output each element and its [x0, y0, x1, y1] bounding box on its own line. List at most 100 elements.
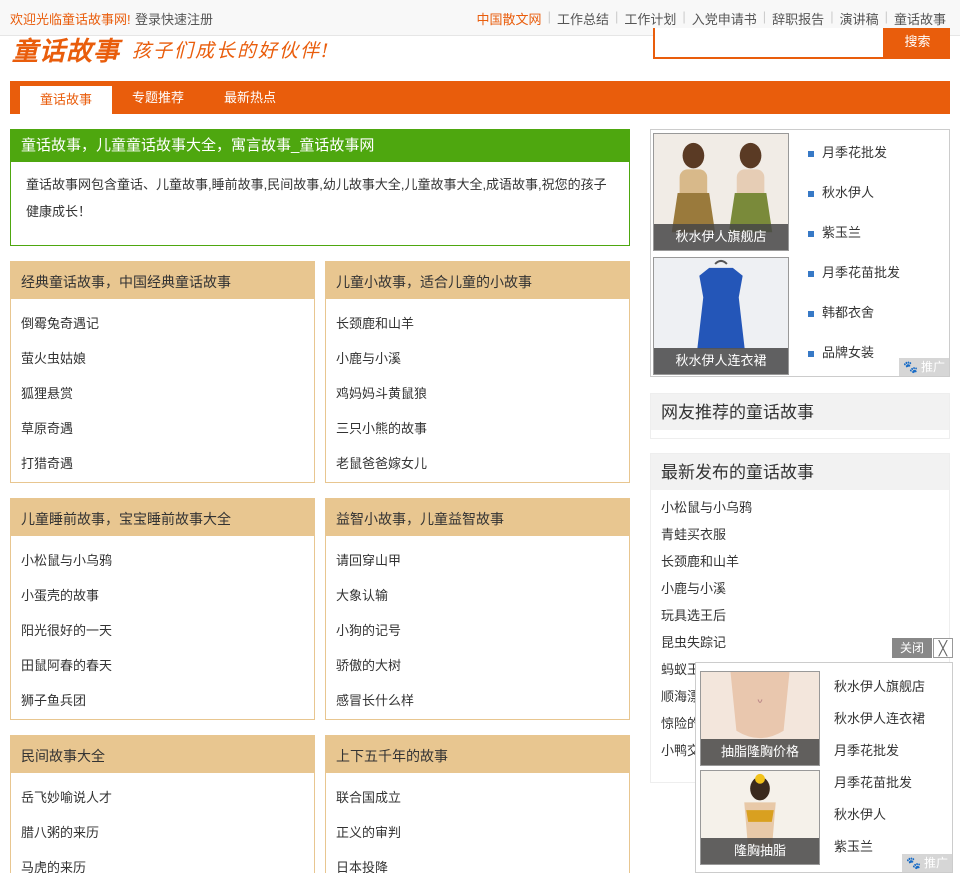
story-link[interactable]: 草原奇遇 [21, 411, 304, 446]
ad-link[interactable]: 秋水伊人连衣裙 [834, 703, 925, 735]
sidebar-ad: 秋水伊人旗舰店 秋水伊人连衣裙 月季花批发 秋水伊人 紫玉兰 月季花苗批发 韩都… [650, 129, 950, 377]
story-link[interactable]: 鸡妈妈斗黄鼠狼 [336, 376, 619, 411]
story-link[interactable]: 腊八粥的来历 [21, 815, 304, 850]
story-link[interactable]: 骄傲的大树 [336, 648, 619, 683]
paw-icon: 🐾 [903, 360, 918, 374]
top-link-cizhi[interactable]: 辞职报告 [772, 9, 824, 28]
latest-story-link[interactable]: 玩具选王后 [661, 602, 939, 629]
story-box: 儿童小故事，适合儿童的小故事 长颈鹿和山羊 小鹿与小溪 鸡妈妈斗黄鼠狼 三只小熊… [325, 261, 630, 483]
bullet-icon [808, 150, 814, 157]
top-link-rudang[interactable]: 入党申请书 [692, 9, 757, 28]
story-box: 儿童睡前故事，宝宝睡前故事大全 小松鼠与小乌鸦 小蛋壳的故事 阳光很好的一天 田… [10, 498, 315, 720]
latest-title: 最新发布的童话故事 [651, 454, 949, 490]
logo-text: 童话故事 [12, 36, 121, 67]
site-logo[interactable]: 童话故事 孩子们成长的好伙伴! [12, 33, 331, 67]
top-link-yanjiang[interactable]: 演讲稿 [840, 9, 879, 28]
story-link[interactable]: 狐狸悬赏 [21, 376, 304, 411]
ad-link[interactable]: 月季花苗批发 [834, 767, 925, 799]
story-box-title[interactable]: 上下五千年的故事 [326, 736, 629, 773]
story-link[interactable]: 阳光很好的一天 [21, 613, 304, 648]
ad-image-caption: 秋水伊人连衣裙 [654, 348, 788, 374]
latest-story-link[interactable]: 长颈鹿和山羊 [661, 548, 939, 575]
ad-image-caption: 隆胸抽脂 [701, 838, 819, 864]
story-box-title[interactable]: 儿童睡前故事，宝宝睡前故事大全 [11, 499, 314, 536]
story-box-title[interactable]: 儿童小故事，适合儿童的小故事 [326, 262, 629, 299]
story-link[interactable]: 马虎的来历 [21, 850, 304, 873]
logo-slogan: 孩子们成长的好伙伴! [132, 39, 331, 62]
ad-link[interactable]: 秋水伊人 [808, 173, 900, 213]
story-box: 经典童话故事，中国经典童话故事 倒霉兔奇遇记 萤火虫姑娘 狐狸悬赏 草原奇遇 打… [10, 261, 315, 483]
recommended-title: 网友推荐的童话故事 [651, 394, 949, 430]
top-link-tonghua[interactable]: 童话故事 [894, 9, 946, 28]
register-link[interactable]: 登录快速注册 [135, 9, 213, 28]
story-link[interactable]: 倒霉兔奇遇记 [21, 306, 304, 341]
latest-story-link[interactable]: 青蛙买衣服 [661, 521, 939, 548]
bullet-icon [808, 230, 814, 237]
ad-link[interactable]: 紫玉兰 [808, 213, 900, 253]
welcome-link[interactable]: 欢迎光临童话故事网! [10, 9, 131, 28]
story-box-title[interactable]: 民间故事大全 [11, 736, 314, 773]
ad-image[interactable]: 秋水伊人旗舰店 [653, 133, 789, 251]
recommended-section: 网友推荐的童话故事 [650, 393, 950, 439]
latest-story-link[interactable]: 小鹿与小溪 [661, 575, 939, 602]
bullet-icon [808, 190, 814, 197]
ad-link[interactable]: 秋水伊人旗舰店 [834, 671, 925, 703]
ad-link[interactable]: 韩都衣舍 [808, 293, 900, 333]
story-link[interactable]: 长颈鹿和山羊 [336, 306, 619, 341]
story-link[interactable]: 岳飞妙喻说人才 [21, 780, 304, 815]
ad-link[interactable]: 月季花批发 [808, 133, 900, 173]
promo-badge[interactable]: 🐾 推广 [899, 358, 949, 376]
story-link[interactable]: 请回穿山甲 [336, 543, 619, 578]
close-button[interactable]: 关闭 [892, 638, 932, 658]
search-input[interactable] [653, 28, 885, 59]
story-link[interactable]: 联合国成立 [336, 780, 619, 815]
story-link[interactable]: 正义的审判 [336, 815, 619, 850]
story-link[interactable]: 日本投降 [336, 850, 619, 873]
ad-image[interactable]: 秋水伊人连衣裙 [653, 257, 789, 375]
intro-box: 童话故事，儿童童话故事大全，寓言故事_童话故事网 童话故事网包含童话、儿童故事,… [10, 129, 630, 246]
story-link[interactable]: 狮子鱼兵团 [21, 683, 304, 718]
ad-image[interactable]: 抽脂隆胸价格 [700, 671, 820, 766]
promo-badge[interactable]: 🐾 推广 [902, 854, 952, 872]
nav-tab-redian[interactable]: 最新热点 [204, 81, 296, 114]
bullet-icon [808, 270, 814, 277]
ad-link-list: 月季花批发 秋水伊人 紫玉兰 月季花苗批发 韩都衣舍 品牌女装 [808, 133, 900, 373]
latest-story-link[interactable]: 小松鼠与小乌鸦 [661, 494, 939, 521]
main-nav: 童话故事 专题推荐 最新热点 [10, 81, 950, 114]
story-link[interactable]: 大象认输 [336, 578, 619, 613]
bullet-icon [808, 350, 814, 357]
nav-tab-zhuanti[interactable]: 专题推荐 [112, 81, 204, 114]
floating-ad: 抽脂隆胸价格 隆胸抽脂 秋水伊人旗舰店 秋水伊人连衣裙 月季花批发 月季花苗批发… [695, 662, 953, 873]
story-link[interactable]: 田鼠阿春的春天 [21, 648, 304, 683]
story-link[interactable]: 萤火虫姑娘 [21, 341, 304, 376]
ad-image[interactable]: 隆胸抽脂 [700, 770, 820, 865]
intro-description: 童话故事网包含童话、儿童故事,睡前故事,民间故事,幼儿故事大全,儿童故事大全,成… [26, 177, 607, 219]
ad-link[interactable]: 秋水伊人 [834, 799, 925, 831]
story-link[interactable]: 小蛋壳的故事 [21, 578, 304, 613]
top-link-zongjie[interactable]: 工作总结 [557, 9, 609, 28]
ad-image-caption: 抽脂隆胸价格 [701, 739, 819, 765]
intro-title: 童话故事，儿童童话故事大全，寓言故事_童话故事网 [11, 130, 629, 162]
search-button[interactable]: 搜索 [885, 28, 950, 59]
story-box: 上下五千年的故事 联合国成立 正义的审判 日本投降 [325, 735, 630, 873]
story-link[interactable]: 感冒长什么样 [336, 683, 619, 718]
ad-link[interactable]: 月季花批发 [834, 735, 925, 767]
ad-image-caption: 秋水伊人旗舰店 [654, 224, 788, 250]
story-link[interactable]: 小狗的记号 [336, 613, 619, 648]
story-link[interactable]: 小松鼠与小乌鸦 [21, 543, 304, 578]
top-link-jihua[interactable]: 工作计划 [624, 9, 676, 28]
ad-link[interactable]: 品牌女装 [808, 333, 900, 373]
top-link-sanwen[interactable]: 中国散文网 [477, 9, 542, 28]
nav-tab-tonghua[interactable]: 童话故事 [20, 86, 112, 114]
bullet-icon [808, 310, 814, 317]
story-box-title[interactable]: 经典童话故事，中国经典童话故事 [11, 262, 314, 299]
story-box-title[interactable]: 益智小故事，儿童益智故事 [326, 499, 629, 536]
top-links: 中国散文网 | 工作总结 | 工作计划 | 入党申请书 | 辞职报告 | 演讲稿 | 童话故… [476, 9, 946, 28]
ad-link[interactable]: 月季花苗批发 [808, 253, 900, 293]
story-link[interactable]: 老鼠爸爸嫁女儿 [336, 446, 619, 481]
story-link[interactable]: 小鹿与小溪 [336, 341, 619, 376]
story-link[interactable]: 打猎奇遇 [21, 446, 304, 481]
story-box: 民间故事大全 岳飞妙喻说人才 腊八粥的来历 马虎的来历 [10, 735, 315, 873]
story-link[interactable]: 三只小熊的故事 [336, 411, 619, 446]
close-icon[interactable]: ╳ [933, 638, 953, 658]
